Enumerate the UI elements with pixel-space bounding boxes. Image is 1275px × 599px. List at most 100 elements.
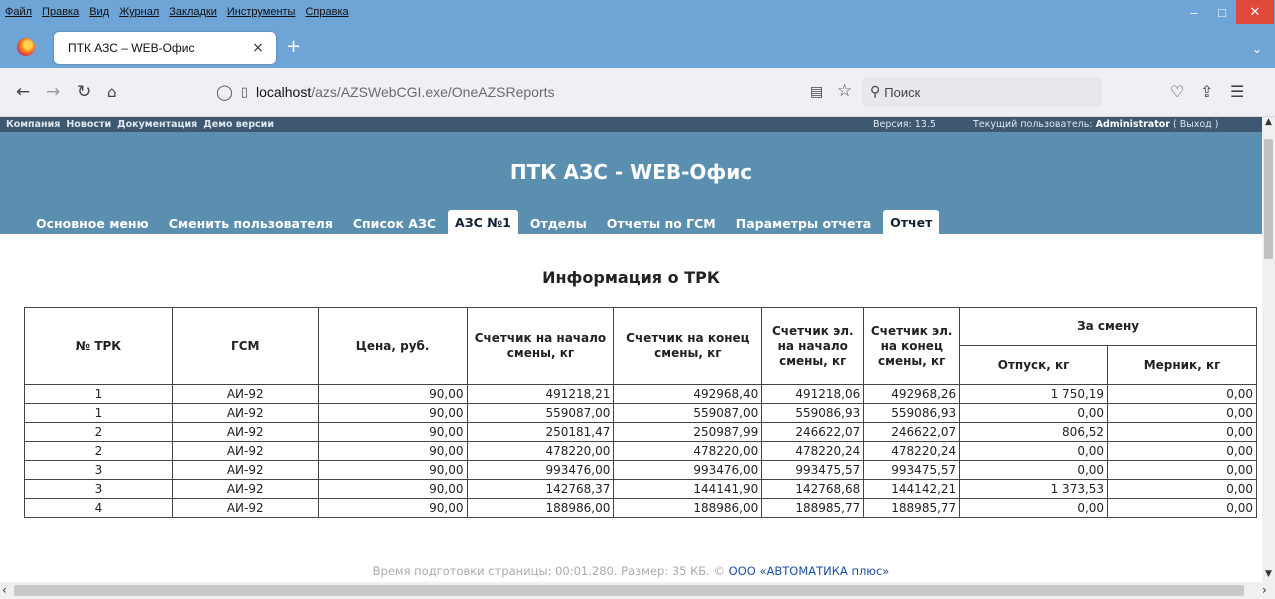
menu-file[interactable]: Файл [0,6,37,18]
url-text[interactable]: localhost/azs/AZSWebCGI.exe/OneAZSReport… [256,84,555,100]
menu-tools[interactable]: Инструменты [222,6,301,18]
table-cell: 90,00 [317,422,468,442]
scroll-up-icon[interactable]: ▲ [1262,117,1275,127]
table-cell: 0,00 [1107,460,1257,480]
menu-history[interactable]: Журнал [114,6,164,18]
home-icon[interactable]: ⌂ [107,82,117,102]
table-cell: 144141,90 [613,479,763,499]
main-tabs: Основное меню Сменить пользователя Списо… [28,210,943,236]
scroll-down-icon[interactable]: ▼ [1262,569,1275,579]
table-cell: 993476,00 [613,460,763,480]
table-cell: 144142,21 [863,479,961,499]
table-cell: АИ-92 [171,498,319,518]
tab-strip: ПТК АЗС – WEB-Офис × + ⌄ [0,24,1275,68]
table-cell: АИ-92 [171,384,319,404]
table-cell: 0,00 [1107,403,1257,423]
link-demo[interactable]: Демо версии [203,119,274,130]
scroll-right-icon[interactable]: › [1262,583,1267,597]
col-header-release: Отпуск, кг [959,345,1109,385]
table-cell: 559086,93 [863,403,961,423]
tracking-shield-icon[interactable]: ◯ [216,83,233,101]
table-cell: 1 373,53 [959,479,1109,499]
table-cell: 3 [24,479,173,499]
list-all-tabs-icon[interactable]: ⌄ [1252,42,1262,56]
search-icon: ⚲ [870,84,881,100]
table-cell: 188985,77 [863,498,961,518]
table-cell: АИ-92 [171,422,319,442]
reader-view-icon[interactable]: ▤ [810,84,823,100]
menu-view[interactable]: Вид [84,6,114,18]
table-cell: 1 [24,403,173,423]
table-cell: АИ-92 [171,403,319,423]
table-cell: 491218,06 [761,384,865,404]
page-info-icon[interactable]: ▯ [241,85,248,100]
search-box[interactable]: ⚲ Поиск [862,77,1102,107]
link-docs[interactable]: Документация [117,119,197,130]
logout-link[interactable]: ( Выход ) [1173,119,1218,130]
site-title: ПТК АЗС - WEB-Офис [509,160,753,184]
table-cell: 3 [24,460,173,480]
bookmark-star-icon[interactable]: ☆ [837,81,852,101]
table-cell: 90,00 [317,403,468,423]
table-cell: 0,00 [1107,384,1257,404]
menu-edit[interactable]: Правка [37,6,84,18]
browser-tab[interactable]: ПТК АЗС – WEB-Офис × [54,32,276,64]
vertical-scrollbar[interactable]: ▲ ▼ [1262,117,1275,582]
tab-departments[interactable]: Отделы [522,211,595,236]
back-arrow-icon[interactable]: ← [16,82,30,102]
horizontal-scrollbar[interactable]: ‹ › [0,582,1275,599]
footer-company-link[interactable]: ООО «АВТОМАТИКА плюс» [729,564,890,578]
tab-station-1[interactable]: АЗС №1 [448,210,518,236]
tab-station-list[interactable]: Список АЗС [345,211,444,236]
table-row: 3 АИ-92 90,00 142768,37 144141,90 142768,68 14… [24,479,1257,499]
table-cell: 559086,93 [761,403,865,423]
table-cell: 90,00 [317,441,468,461]
tab-fuel-reports[interactable]: Отчеты по ГСМ [599,211,724,236]
reload-icon[interactable]: ↻ [77,82,91,102]
app-menu-icon[interactable]: ☰ [1230,82,1244,101]
trk-table: № ТРК ГСМ Цена, руб. Счетчик на начало с… [24,307,1257,518]
table-cell: 478220,00 [613,441,763,461]
share-icon[interactable]: ⇪ [1200,82,1213,101]
table-row: 3 АИ-92 90,00 993476,00 993476,00 993475,57 99… [24,460,1257,480]
table-cell: 2 [24,441,173,461]
table-cell: 142768,68 [761,479,865,499]
close-window-button[interactable]: ✕ [1236,0,1274,24]
horizontal-scroll-thumb[interactable] [14,585,1244,596]
table-cell: АИ-92 [171,479,319,499]
tab-report[interactable]: Отчет [883,210,940,236]
tab-report-params[interactable]: Параметры отчета [728,211,879,236]
minimize-button[interactable]: – [1180,0,1208,24]
table-cell: 478220,24 [863,441,961,461]
table-cell: 559087,00 [466,403,615,423]
tab-main-menu[interactable]: Основное меню [28,211,157,236]
forward-arrow-icon[interactable]: → [46,82,60,102]
maximize-button[interactable]: □ [1208,0,1236,24]
table-cell: 250181,47 [466,422,615,442]
link-company[interactable]: Компания [6,119,60,130]
footer-text: Время подготовки страницы: 00:01.280. Ра… [372,564,725,578]
address-bar[interactable]: ◯ ▯ localhost/azs/AZSWebCGI.exe/OneAZSRe… [214,77,854,107]
col-header-mernik: Мерник, кг [1107,345,1257,385]
tab-close-icon[interactable]: × [248,40,268,56]
user-name: Administrator [1095,119,1170,130]
page-footer: Время подготовки страницы: 00:01.280. Ра… [0,560,1262,582]
table-cell: 478220,00 [466,441,615,461]
firefox-logo-icon [17,38,35,56]
col-header-price: Цена, руб. [317,307,468,385]
table-cell: 1 750,19 [959,384,1109,404]
scroll-left-icon[interactable]: ‹ [2,583,7,597]
pocket-icon[interactable]: ♡ [1170,82,1184,101]
menu-help[interactable]: Справка [300,6,353,18]
menu-bookmarks[interactable]: Закладки [164,6,222,18]
table-cell: 492968,40 [613,384,763,404]
table-cell: 188986,00 [466,498,615,518]
tab-change-user[interactable]: Сменить пользователя [161,211,341,236]
table-cell: 4 [24,498,173,518]
table-cell: 806,52 [959,422,1109,442]
new-tab-button[interactable]: + [286,38,301,56]
vertical-scroll-thumb[interactable] [1264,139,1273,259]
table-row: 2 АИ-92 90,00 478220,00 478220,00 478220,24 47… [24,441,1257,461]
table-row: 1 АИ-92 90,00 559087,00 559087,00 559086,93 55… [24,403,1257,423]
link-news[interactable]: Новости [66,119,111,130]
